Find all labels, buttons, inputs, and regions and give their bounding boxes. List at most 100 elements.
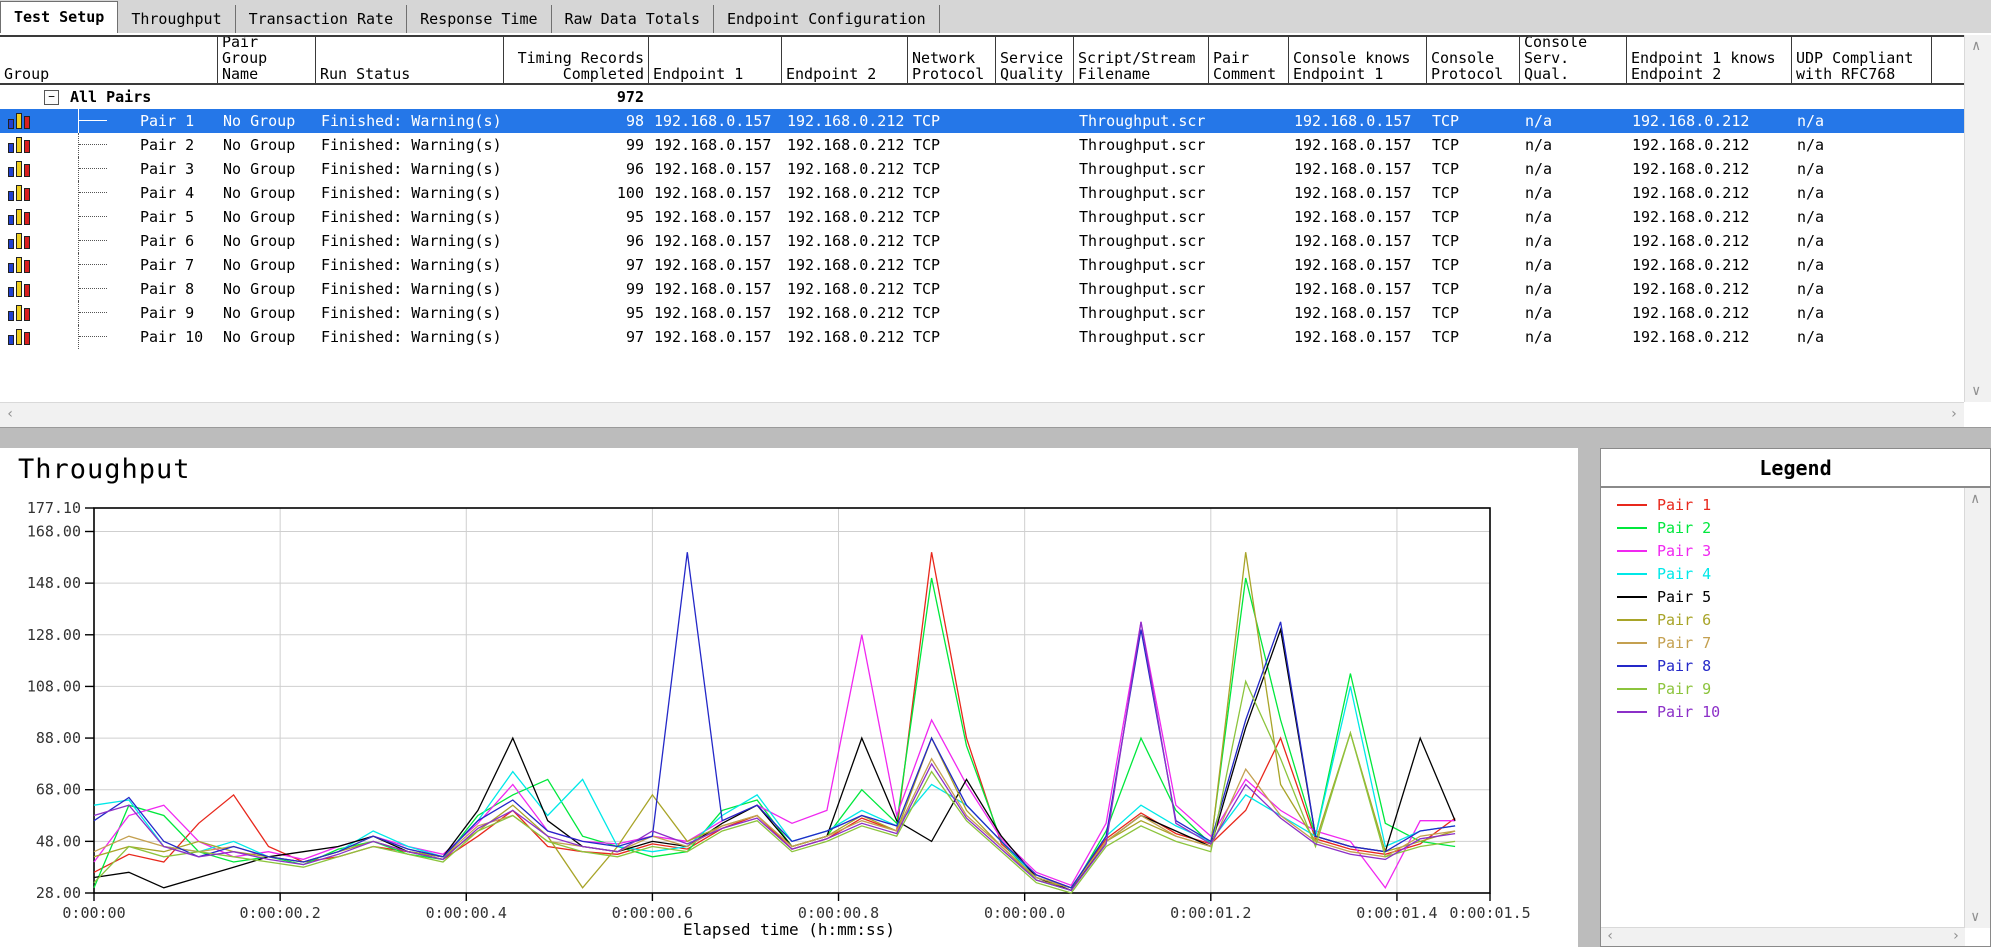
column-header: Group xyxy=(0,37,218,83)
cell-console_serv_qual: n/a xyxy=(1520,301,1627,325)
tree-branch-line xyxy=(78,205,79,229)
table-horizontal-scrollbar[interactable]: ‹ › xyxy=(0,402,1964,428)
legend-list: Pair 1Pair 2Pair 3Pair 4Pair 5 Pair 6 Pair… xyxy=(1601,493,1964,723)
scroll-right-icon[interactable]: › xyxy=(1952,929,1960,943)
series-line-pair-10 xyxy=(94,622,1455,891)
tree-branch-line xyxy=(78,157,79,181)
tab-throughput[interactable]: Throughput xyxy=(118,5,235,33)
tab-response-time[interactable]: Response Time xyxy=(407,5,551,33)
cell-pair_group: No Group xyxy=(218,253,316,277)
table-row[interactable]: Pair 6No GroupFinished: Warning(s)96192.… xyxy=(0,229,1964,253)
scroll-up-icon[interactable]: ∧ xyxy=(1971,492,1979,506)
icon-bar-blue xyxy=(8,239,14,249)
table-row[interactable]: Pair 3No GroupFinished: Warning(s)96192.… xyxy=(0,157,1964,181)
chart-canvas: 177.10168.00148.00128.00108.0088.0068.00… xyxy=(0,448,1578,947)
cell-endpoint2: 192.168.0.212 xyxy=(782,229,908,253)
tab-endpoint-configuration[interactable]: Endpoint Configuration xyxy=(714,5,940,33)
legend-label: Pair 9 xyxy=(1657,680,1711,698)
icon-bar-red xyxy=(24,284,30,297)
tab-transaction-rate[interactable]: Transaction Rate xyxy=(236,5,408,33)
table-vertical-scrollbar[interactable]: ∧ ∨ xyxy=(1964,35,1991,402)
icon-bar-yellow xyxy=(16,305,22,321)
cell-console_protocol: TCP xyxy=(1427,253,1520,277)
cell-run_status: Finished: Warning(s) xyxy=(316,205,504,229)
cell-pair_comment xyxy=(1209,301,1289,325)
legend-item[interactable]: Pair 5 xyxy=(1601,585,1964,608)
legend-label: Pair 6 xyxy=(1657,611,1711,629)
column-header: Endpoint 1 knows Endpoint 2 xyxy=(1627,37,1792,83)
cell-service_quality xyxy=(996,229,1074,253)
cell-endpoint2: 192.168.0.212 xyxy=(782,109,908,133)
legend-item[interactable]: Pair 3 xyxy=(1601,539,1964,562)
legend-item[interactable]: Pair 9 xyxy=(1601,677,1964,700)
scroll-down-icon[interactable]: ∨ xyxy=(1971,910,1979,924)
cell-service_quality xyxy=(996,205,1074,229)
cell-udp_compliant: n/a xyxy=(1792,205,1932,229)
pair-name: Pair 8 xyxy=(140,277,194,301)
legend-item[interactable]: Pair 7 xyxy=(1601,631,1964,654)
vertical-splitter[interactable] xyxy=(1578,448,1600,947)
pair-name: Pair 6 xyxy=(140,229,194,253)
scroll-down-icon[interactable]: ∨ xyxy=(1972,384,1980,398)
legend-item[interactable]: Pair 10 xyxy=(1601,700,1964,723)
icon-bar-blue xyxy=(8,167,14,177)
horizontal-splitter[interactable] xyxy=(0,427,1991,450)
table-row[interactable]: Pair 9No GroupFinished: Warning(s)95192.… xyxy=(0,301,1964,325)
cell-script: Throughput.scr xyxy=(1074,277,1209,301)
group-summary-row[interactable]: −All Pairs972 xyxy=(0,85,1964,109)
cell-endpoint1: 192.168.0.157 xyxy=(649,325,782,349)
cell-console_serv_qual: n/a xyxy=(1520,253,1627,277)
table-row[interactable]: Pair 10No GroupFinished: Warning(s)97192… xyxy=(0,325,1964,349)
cell-console_knows_e1: 192.168.0.157 xyxy=(1289,109,1427,133)
icon-bar-blue xyxy=(8,215,14,225)
pair-chart-icon xyxy=(8,209,30,225)
cell-endpoint1: 192.168.0.157 xyxy=(649,253,782,277)
table-body: −All Pairs972Pair 1No GroupFinished: War… xyxy=(0,85,1964,349)
cell-empty xyxy=(218,85,316,109)
column-header-label: Run Status xyxy=(320,66,410,82)
legend-vertical-scrollbar[interactable]: ∧ ∨ xyxy=(1964,488,1990,928)
y-tick-label: 68.00 xyxy=(36,781,81,799)
table-row[interactable]: Pair 1No GroupFinished: Warning(s)98192.… xyxy=(0,109,1964,133)
tab-raw-data-totals[interactable]: Raw Data Totals xyxy=(552,5,714,33)
cell-pair_group: No Group xyxy=(218,205,316,229)
icon-bar-blue xyxy=(8,335,14,345)
collapse-icon[interactable]: − xyxy=(44,90,59,105)
cell-udp_compliant: n/a xyxy=(1792,325,1932,349)
pair-chart-icon xyxy=(8,329,30,345)
tree-branch-line xyxy=(78,181,79,205)
cell-udp_compliant: n/a xyxy=(1792,109,1932,133)
throughput-chart-panel: Throughput Mbps 177.10168.00148.00128.00… xyxy=(0,448,1578,947)
cell-console_serv_qual: n/a xyxy=(1520,205,1627,229)
column-header-label: Endpoint 1 knows Endpoint 2 xyxy=(1631,50,1787,82)
column-header: Run Status xyxy=(316,37,504,83)
legend-item[interactable]: Pair 1 xyxy=(1601,493,1964,516)
cell-console_protocol: TCP xyxy=(1427,325,1520,349)
scroll-up-icon[interactable]: ∧ xyxy=(1972,39,1980,53)
cell-endpoint2: 192.168.0.212 xyxy=(782,277,908,301)
cell-console_knows_e1: 192.168.0.157 xyxy=(1289,253,1427,277)
table-row[interactable]: Pair 8No GroupFinished: Warning(s)99192.… xyxy=(0,277,1964,301)
cell-records: 97 xyxy=(504,325,649,349)
legend-item[interactable]: Pair 6 xyxy=(1601,608,1964,631)
legend-item[interactable]: Pair 2 xyxy=(1601,516,1964,539)
cell-console_knows_e1: 192.168.0.157 xyxy=(1289,277,1427,301)
scroll-left-icon[interactable]: ‹ xyxy=(6,407,14,421)
legend-horizontal-scrollbar[interactable]: ‹ › xyxy=(1601,927,1965,946)
table-row[interactable]: Pair 7No GroupFinished: Warning(s)97192.… xyxy=(0,253,1964,277)
cell-pair_group: No Group xyxy=(218,181,316,205)
scroll-left-icon[interactable]: ‹ xyxy=(1606,929,1614,943)
legend-item[interactable]: Pair 4 xyxy=(1601,562,1964,585)
table-row[interactable]: Pair 5No GroupFinished: Warning(s)95192.… xyxy=(0,205,1964,229)
table-row[interactable]: Pair 4No GroupFinished: Warning(s)100192… xyxy=(0,181,1964,205)
tree-branch-line xyxy=(78,301,79,325)
cell-console_protocol: TCP xyxy=(1427,301,1520,325)
tree-branch-line xyxy=(78,109,79,133)
table-row[interactable]: Pair 2No GroupFinished: Warning(s)99192.… xyxy=(0,133,1964,157)
legend-item[interactable]: Pair 8 xyxy=(1601,654,1964,677)
series-line-pair-6 xyxy=(94,552,1455,888)
icon-bar-blue xyxy=(8,119,14,129)
tab-test-setup[interactable]: Test Setup xyxy=(0,1,118,33)
legend-line-swatch xyxy=(1617,527,1647,529)
scroll-right-icon[interactable]: › xyxy=(1950,407,1958,421)
